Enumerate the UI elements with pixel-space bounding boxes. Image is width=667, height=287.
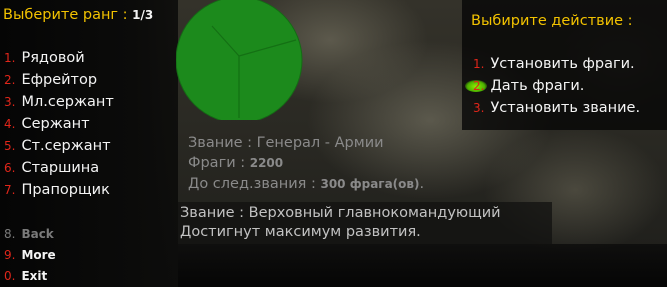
player-next-rank: До след.звания : 300 фрага(ов).: [188, 173, 424, 195]
rank-item-number: 6.: [4, 161, 16, 175]
action-item-label: Дать фраги.: [490, 78, 585, 94]
rank-item-7[interactable]: 7. Прапорщик: [4, 179, 110, 201]
rank-item-number: 1.: [4, 51, 16, 65]
rank-item-2[interactable]: 2. Ефрейтор: [4, 69, 97, 91]
nav-number: 8.: [4, 227, 16, 241]
radar-icon: [176, 0, 303, 120]
player-frags-value: 2200: [249, 156, 284, 170]
action-item-label: Установить звание.: [490, 100, 641, 116]
player-next-value: 300 фрага(ов): [320, 177, 420, 191]
rank-item-4[interactable]: 4. Сержант: [4, 113, 90, 135]
rank-item-label: Ст.сержант: [21, 138, 111, 154]
rank-item-number: 3.: [4, 95, 16, 109]
rank-item-number: 5.: [4, 139, 16, 153]
rank-menu-title-label: Выберите ранг: [3, 7, 119, 23]
action-item-number: 2.: [473, 79, 485, 93]
nav-number: 9.: [4, 248, 16, 262]
action-item-3[interactable]: 3. Установить звание.: [473, 97, 640, 119]
nav-back: 8. Back: [4, 223, 54, 245]
nav-exit[interactable]: 0. Exit: [4, 265, 47, 287]
action-item-1[interactable]: 1. Установить фраги.: [473, 53, 635, 75]
player-rank-label: Звание :: [188, 135, 257, 151]
nav-number: 0.: [4, 269, 16, 283]
bottom-shade: [178, 244, 667, 287]
rank-item-3[interactable]: 3. Мл.сержант: [4, 91, 114, 113]
player-next-suffix: .: [419, 176, 425, 192]
nav-label: Back: [21, 227, 54, 241]
rank-item-label: Старшина: [21, 160, 100, 176]
rank-item-label: Сержант: [21, 116, 90, 132]
rank-item-label: Прапорщик: [21, 182, 110, 198]
player-frags-label: Фраги :: [188, 155, 250, 171]
rank-item-6[interactable]: 6. Старшина: [4, 157, 99, 179]
player-rank-value: Генерал - Армии: [256, 135, 384, 151]
rank-item-label: Ефрейтор: [21, 72, 98, 88]
player-rank: Звание : Генерал - Армии: [188, 132, 384, 154]
rank-info-line-2: Достигнут максимум развития.: [180, 224, 421, 240]
nav-more[interactable]: 9. More: [4, 244, 56, 266]
rank-item-5[interactable]: 5. Ст.сержант: [4, 135, 111, 157]
rank-item-label: Рядовой: [21, 50, 85, 66]
rank-menu-title: Выберите ранг : 1/3: [3, 4, 153, 26]
action-item-label: Установить фраги.: [490, 56, 635, 72]
rank-item-number: 7.: [4, 183, 16, 197]
rank-item-1[interactable]: 1. Рядовой: [4, 47, 85, 69]
rank-menu-title-separator: :: [118, 7, 133, 23]
player-frags: Фраги : 2200: [188, 152, 283, 174]
rank-item-number: 2.: [4, 73, 16, 87]
action-item-2[interactable]: 2. Дать фраги.: [473, 75, 584, 97]
rank-menu-page: 1/3: [132, 8, 154, 22]
action-menu-title: Выбирите действие :: [471, 13, 633, 29]
nav-label: Exit: [21, 269, 48, 283]
action-item-number: 1.: [473, 57, 485, 71]
action-item-number: 3.: [473, 101, 485, 115]
player-next-label: До след.звания :: [188, 176, 321, 192]
rank-item-number: 4.: [4, 117, 16, 131]
rank-item-label: Мл.сержант: [21, 94, 114, 110]
nav-label: More: [21, 248, 56, 262]
